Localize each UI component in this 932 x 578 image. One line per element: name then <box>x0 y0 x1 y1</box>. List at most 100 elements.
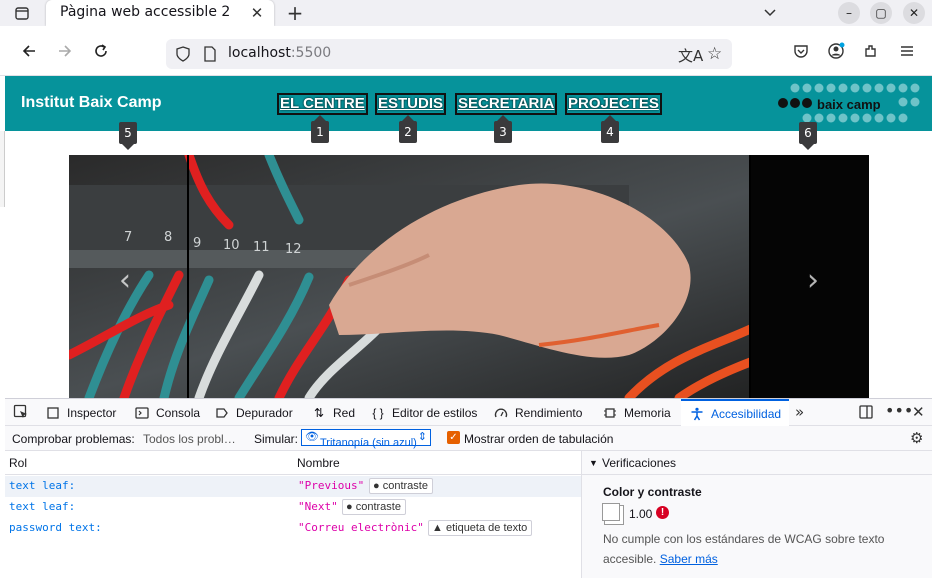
close-tab-icon[interactable]: ✕ <box>248 4 266 22</box>
contrast-ratio: 1.00 <box>629 507 653 521</box>
inspector-icon <box>45 405 61 421</box>
chevron-right-icon: › <box>807 263 819 298</box>
tab-order-marker: 2 <box>399 115 417 143</box>
close-window-icon[interactable]: ✕ <box>903 2 925 24</box>
url-text: localhost:5500 <box>228 45 332 61</box>
select-arrows-icon: ⇕ <box>417 431 427 443</box>
tree-row[interactable]: text leaf: "Next" ● contraste <box>5 497 581 518</box>
tab-order-marker: 6 <box>799 122 817 150</box>
back-icon[interactable] <box>17 39 41 63</box>
bookmark-star-icon[interactable]: ☆ <box>707 44 722 64</box>
text-label-badge[interactable]: ▲ etiqueta de texto <box>428 520 533 536</box>
translate-icon[interactable]: 文A <box>678 45 703 66</box>
devtools-tab-network[interactable]: ⇅ Red <box>311 399 355 426</box>
warning-icon: ▲ <box>432 522 446 534</box>
error-icon: ! <box>656 506 669 519</box>
page-icon[interactable] <box>203 46 217 66</box>
logo-text: baix camp <box>817 97 881 112</box>
triangle-down-icon: ▼ <box>589 458 598 468</box>
tab-order-marker: 3 <box>494 115 512 143</box>
devtools-tab-performance[interactable]: Rendimiento <box>493 399 582 426</box>
tab-order-label: Mostrar orden de tabulación <box>464 432 614 446</box>
tab-title: Pàgina web accessible 2 <box>60 4 231 20</box>
devtools-tab-memory[interactable]: Memoria <box>602 399 671 426</box>
tab-order-marker: 5 <box>119 122 137 150</box>
carousel-prev-button[interactable]: ‹ <box>69 155 189 398</box>
check-issues-select[interactable]: Todos los probl… <box>143 432 236 446</box>
chevron-left-icon: ‹ <box>119 263 131 298</box>
eye-icon: 👁 <box>305 431 319 443</box>
web-page: Institut Baix Camp EL CENTRE ESTUDIS SEC… <box>5 76 932 398</box>
extensions-icon[interactable] <box>859 39 883 63</box>
contrast-badge[interactable]: ● contraste <box>369 478 433 494</box>
dock-side-icon[interactable] <box>858 404 874 424</box>
forward-icon[interactable] <box>53 39 77 63</box>
nav-link-estudis[interactable]: ESTUDIS <box>375 93 447 115</box>
settings-gear-icon[interactable]: ⚙ <box>910 429 923 447</box>
devtools-tab-console[interactable]: Consola <box>134 399 200 426</box>
tree-header: Rol Nombre <box>5 451 581 475</box>
reload-icon[interactable] <box>89 39 113 63</box>
accessibility-tree: Rol Nombre text leaf: "Previous" ● contr… <box>5 451 581 578</box>
more-tabs-icon[interactable]: » <box>795 403 804 421</box>
svg-text:10: 10 <box>223 238 240 253</box>
browser-tab-active[interactable]: Pàgina web accessible 2 ✕ <box>46 0 274 26</box>
browser-tab-bar: Pàgina web accessible 2 ✕ + – ▢ ✕ <box>0 0 932 26</box>
pick-element-icon[interactable] <box>13 404 29 424</box>
svg-text:9: 9 <box>193 236 201 251</box>
devtools-tab-style-editor[interactable]: { } Editor de estilos <box>370 399 477 426</box>
chevron-down-icon[interactable] <box>760 2 780 22</box>
debugger-icon <box>214 405 230 421</box>
check-title: Color y contraste <box>603 485 702 499</box>
memory-icon <box>602 405 618 421</box>
network-icon: ⇅ <box>313 405 325 420</box>
nav-link-projectes[interactable]: PROJECTES <box>565 93 662 115</box>
tab-order-marker: 4 <box>601 115 619 143</box>
learn-more-link[interactable]: Saber más <box>660 552 718 566</box>
new-tab-icon[interactable]: + <box>284 1 306 25</box>
site-header: Institut Baix Camp EL CENTRE ESTUDIS SEC… <box>5 76 932 131</box>
carousel-next-button[interactable]: › <box>749 155 869 398</box>
checks-sidebar: ▼ Verificaciones Color y contraste 1.00 … <box>581 451 932 578</box>
close-devtools-icon[interactable]: ✕ <box>912 403 925 421</box>
check-issues-label: Comprobar problemas: <box>12 432 135 446</box>
check-description: No cumple con los estándares de WCAG sob… <box>603 532 885 566</box>
url-bar[interactable]: localhost:5500 文A ☆ <box>166 39 732 69</box>
shield-icon[interactable] <box>175 46 191 66</box>
devtools-toolbar: Inspector Consola Depurador ⇅ Red { } Ed… <box>5 399 932 426</box>
contrast-badge[interactable]: ● contraste <box>342 499 406 515</box>
baix-camp-logo[interactable]: baix camp <box>773 80 923 128</box>
nav-link-el-centre[interactable]: EL CENTRE <box>277 93 368 115</box>
devtools-panel: Inspector Consola Depurador ⇅ Red { } Ed… <box>5 398 932 578</box>
column-role: Rol <box>9 456 28 470</box>
tab-order-checkbox[interactable]: ✓ <box>447 431 460 444</box>
accessibility-toolbar: Comprobar problemas: Todos los probl… Si… <box>5 426 932 451</box>
account-icon[interactable] <box>824 39 848 63</box>
devtools-tab-accessibility[interactable]: Accesibilidad <box>681 399 790 426</box>
braces-icon: { } <box>372 405 384 420</box>
minimize-icon[interactable]: – <box>838 2 860 24</box>
simulate-select[interactable]: 👁 Tritanopía (sin azul) ⇕ <box>301 429 431 449</box>
svg-text:12: 12 <box>285 242 302 257</box>
svg-text:11: 11 <box>253 240 270 255</box>
devtools-tab-debugger[interactable]: Depurador <box>214 399 293 426</box>
info-icon: ● <box>346 501 356 513</box>
tree-row[interactable]: text leaf: "Previous" ● contraste <box>5 476 581 497</box>
tree-row[interactable]: password text: "Correu electrònic" ▲ eti… <box>5 518 581 539</box>
devtools-tab-inspector[interactable]: Inspector <box>45 399 116 426</box>
accessibility-icon <box>689 406 705 422</box>
checks-header[interactable]: ▼ Verificaciones <box>582 451 932 475</box>
pocket-icon[interactable] <box>789 39 813 63</box>
navigation-toolbar: localhost:5500 文A ☆ <box>0 26 932 76</box>
simulate-label: Simular: <box>254 432 299 446</box>
tab-order-marker: 1 <box>311 115 329 143</box>
console-icon <box>134 405 150 421</box>
more-options-icon[interactable]: ••• <box>885 401 913 420</box>
image-carousel: 7 8 9 10 11 12 ‹ › <box>69 155 869 398</box>
menu-icon[interactable] <box>895 39 919 63</box>
tab-list-icon[interactable] <box>12 3 32 23</box>
maximize-icon[interactable]: ▢ <box>870 2 892 24</box>
site-title: Institut Baix Camp <box>21 94 162 111</box>
color-swatch <box>602 503 620 521</box>
nav-link-secretaria[interactable]: SECRETARIA <box>455 93 558 115</box>
